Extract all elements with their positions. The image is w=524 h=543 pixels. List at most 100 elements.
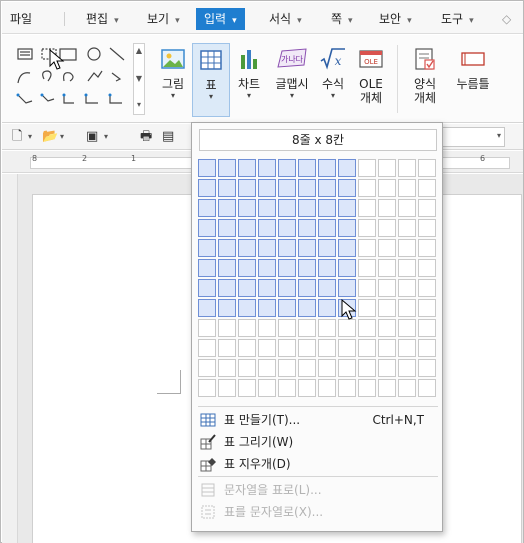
grid-cell[interactable] <box>338 259 356 277</box>
grid-cell[interactable] <box>318 299 336 317</box>
grid-cell[interactable] <box>318 319 336 337</box>
grid-cell[interactable] <box>258 159 276 177</box>
grid-cell[interactable] <box>318 239 336 257</box>
grid-cell[interactable] <box>398 179 416 197</box>
grid-cell[interactable] <box>418 359 436 377</box>
grid-cell[interactable] <box>278 379 296 397</box>
grid-cell[interactable] <box>398 359 416 377</box>
grid-cell[interactable] <box>378 179 396 197</box>
grid-cell[interactable] <box>358 199 376 217</box>
grid-cell[interactable] <box>258 379 276 397</box>
grid-cell[interactable] <box>378 159 396 177</box>
grid-cell[interactable] <box>338 199 356 217</box>
grid-cell[interactable] <box>218 219 236 237</box>
grid-cell[interactable] <box>318 259 336 277</box>
grid-cell[interactable] <box>358 299 376 317</box>
grid-cell[interactable] <box>198 259 216 277</box>
grid-cell[interactable] <box>258 279 276 297</box>
grid-cell[interactable] <box>218 179 236 197</box>
grid-cell[interactable] <box>378 379 396 397</box>
grid-cell[interactable] <box>298 319 316 337</box>
grid-cell[interactable] <box>238 279 256 297</box>
grid-cell[interactable] <box>278 219 296 237</box>
menu-edit[interactable]: 편집 ▾ <box>86 9 119 29</box>
grid-cell[interactable] <box>298 199 316 217</box>
grid-cell[interactable] <box>338 219 356 237</box>
grid-cell[interactable] <box>398 279 416 297</box>
grid-cell[interactable] <box>318 199 336 217</box>
wordart-button[interactable]: 가나다 글맵시 ▾ <box>270 43 314 117</box>
grid-cell[interactable] <box>218 199 236 217</box>
grid-cell[interactable] <box>238 299 256 317</box>
formula-button[interactable]: x 수식 ▾ <box>314 43 352 117</box>
grid-cell[interactable] <box>398 379 416 397</box>
grid-cell[interactable] <box>378 359 396 377</box>
grid-cell[interactable] <box>238 319 256 337</box>
grid-cell[interactable] <box>198 199 216 217</box>
grid-cell[interactable] <box>198 359 216 377</box>
grid-cell[interactable] <box>318 359 336 377</box>
grid-cell[interactable] <box>358 159 376 177</box>
style-combo[interactable]: ▾ <box>439 127 505 147</box>
grid-cell[interactable] <box>318 339 336 357</box>
grid-cell[interactable] <box>278 199 296 217</box>
grid-cell[interactable] <box>278 279 296 297</box>
table-size-grid[interactable] <box>198 159 438 399</box>
grid-cell[interactable] <box>218 279 236 297</box>
menu-file[interactable]: 파일 <box>10 9 32 29</box>
grid-cell[interactable] <box>418 219 436 237</box>
grid-cell[interactable] <box>298 359 316 377</box>
grid-cell[interactable] <box>338 319 356 337</box>
grid-cell[interactable] <box>258 259 276 277</box>
menu-format[interactable]: 서식 ▾ <box>269 9 302 29</box>
grid-cell[interactable] <box>338 379 356 397</box>
click-field-button[interactable]: 누름틀 <box>452 43 494 117</box>
grid-cell[interactable] <box>398 219 416 237</box>
menu-security[interactable]: 보안 ▾ <box>379 9 412 29</box>
grid-cell[interactable] <box>198 179 216 197</box>
grid-cell[interactable] <box>418 199 436 217</box>
grid-cell[interactable] <box>338 279 356 297</box>
grid-cell[interactable] <box>398 339 416 357</box>
preview-icon[interactable]: ▤ <box>162 128 174 146</box>
grid-cell[interactable] <box>358 359 376 377</box>
grid-cell[interactable] <box>218 319 236 337</box>
grid-cell[interactable] <box>238 219 256 237</box>
menu-tools[interactable]: 도구 ▾ <box>441 9 474 29</box>
grid-cell[interactable] <box>418 179 436 197</box>
grid-cell[interactable] <box>198 239 216 257</box>
picture-button[interactable]: 그림 ▾ <box>154 43 192 117</box>
grid-cell[interactable] <box>418 259 436 277</box>
grid-cell[interactable] <box>358 219 376 237</box>
grid-cell[interactable] <box>198 299 216 317</box>
grid-cell[interactable] <box>238 159 256 177</box>
grid-cell[interactable] <box>318 159 336 177</box>
menu-view[interactable]: 보기 ▾ <box>147 9 180 29</box>
grid-cell[interactable] <box>258 319 276 337</box>
grid-cell[interactable] <box>258 359 276 377</box>
grid-cell[interactable] <box>258 219 276 237</box>
grid-cell[interactable] <box>218 239 236 257</box>
grid-cell[interactable] <box>378 299 396 317</box>
grid-cell[interactable] <box>218 159 236 177</box>
chevron-down-icon[interactable]: ▾ <box>60 128 64 146</box>
menu-item-create-table[interactable]: 표 만들기(T)... Ctrl+N,T <box>198 409 438 431</box>
new-document-icon[interactable]: 🗋 <box>12 128 22 146</box>
save-icon[interactable]: ▣ <box>86 128 98 146</box>
grid-cell[interactable] <box>398 159 416 177</box>
grid-cell[interactable] <box>278 299 296 317</box>
more-icon[interactable]: ◇ <box>502 9 511 29</box>
grid-cell[interactable] <box>218 339 236 357</box>
grid-cell[interactable] <box>218 359 236 377</box>
grid-cell[interactable] <box>378 219 396 237</box>
grid-cell[interactable] <box>198 159 216 177</box>
grid-cell[interactable] <box>238 339 256 357</box>
grid-cell[interactable] <box>358 279 376 297</box>
menu-insert[interactable]: 입력 ▾ <box>196 8 245 30</box>
grid-cell[interactable] <box>398 319 416 337</box>
grid-cell[interactable] <box>298 159 316 177</box>
grid-cell[interactable] <box>378 339 396 357</box>
grid-cell[interactable] <box>378 279 396 297</box>
grid-cell[interactable] <box>398 199 416 217</box>
grid-cell[interactable] <box>298 339 316 357</box>
